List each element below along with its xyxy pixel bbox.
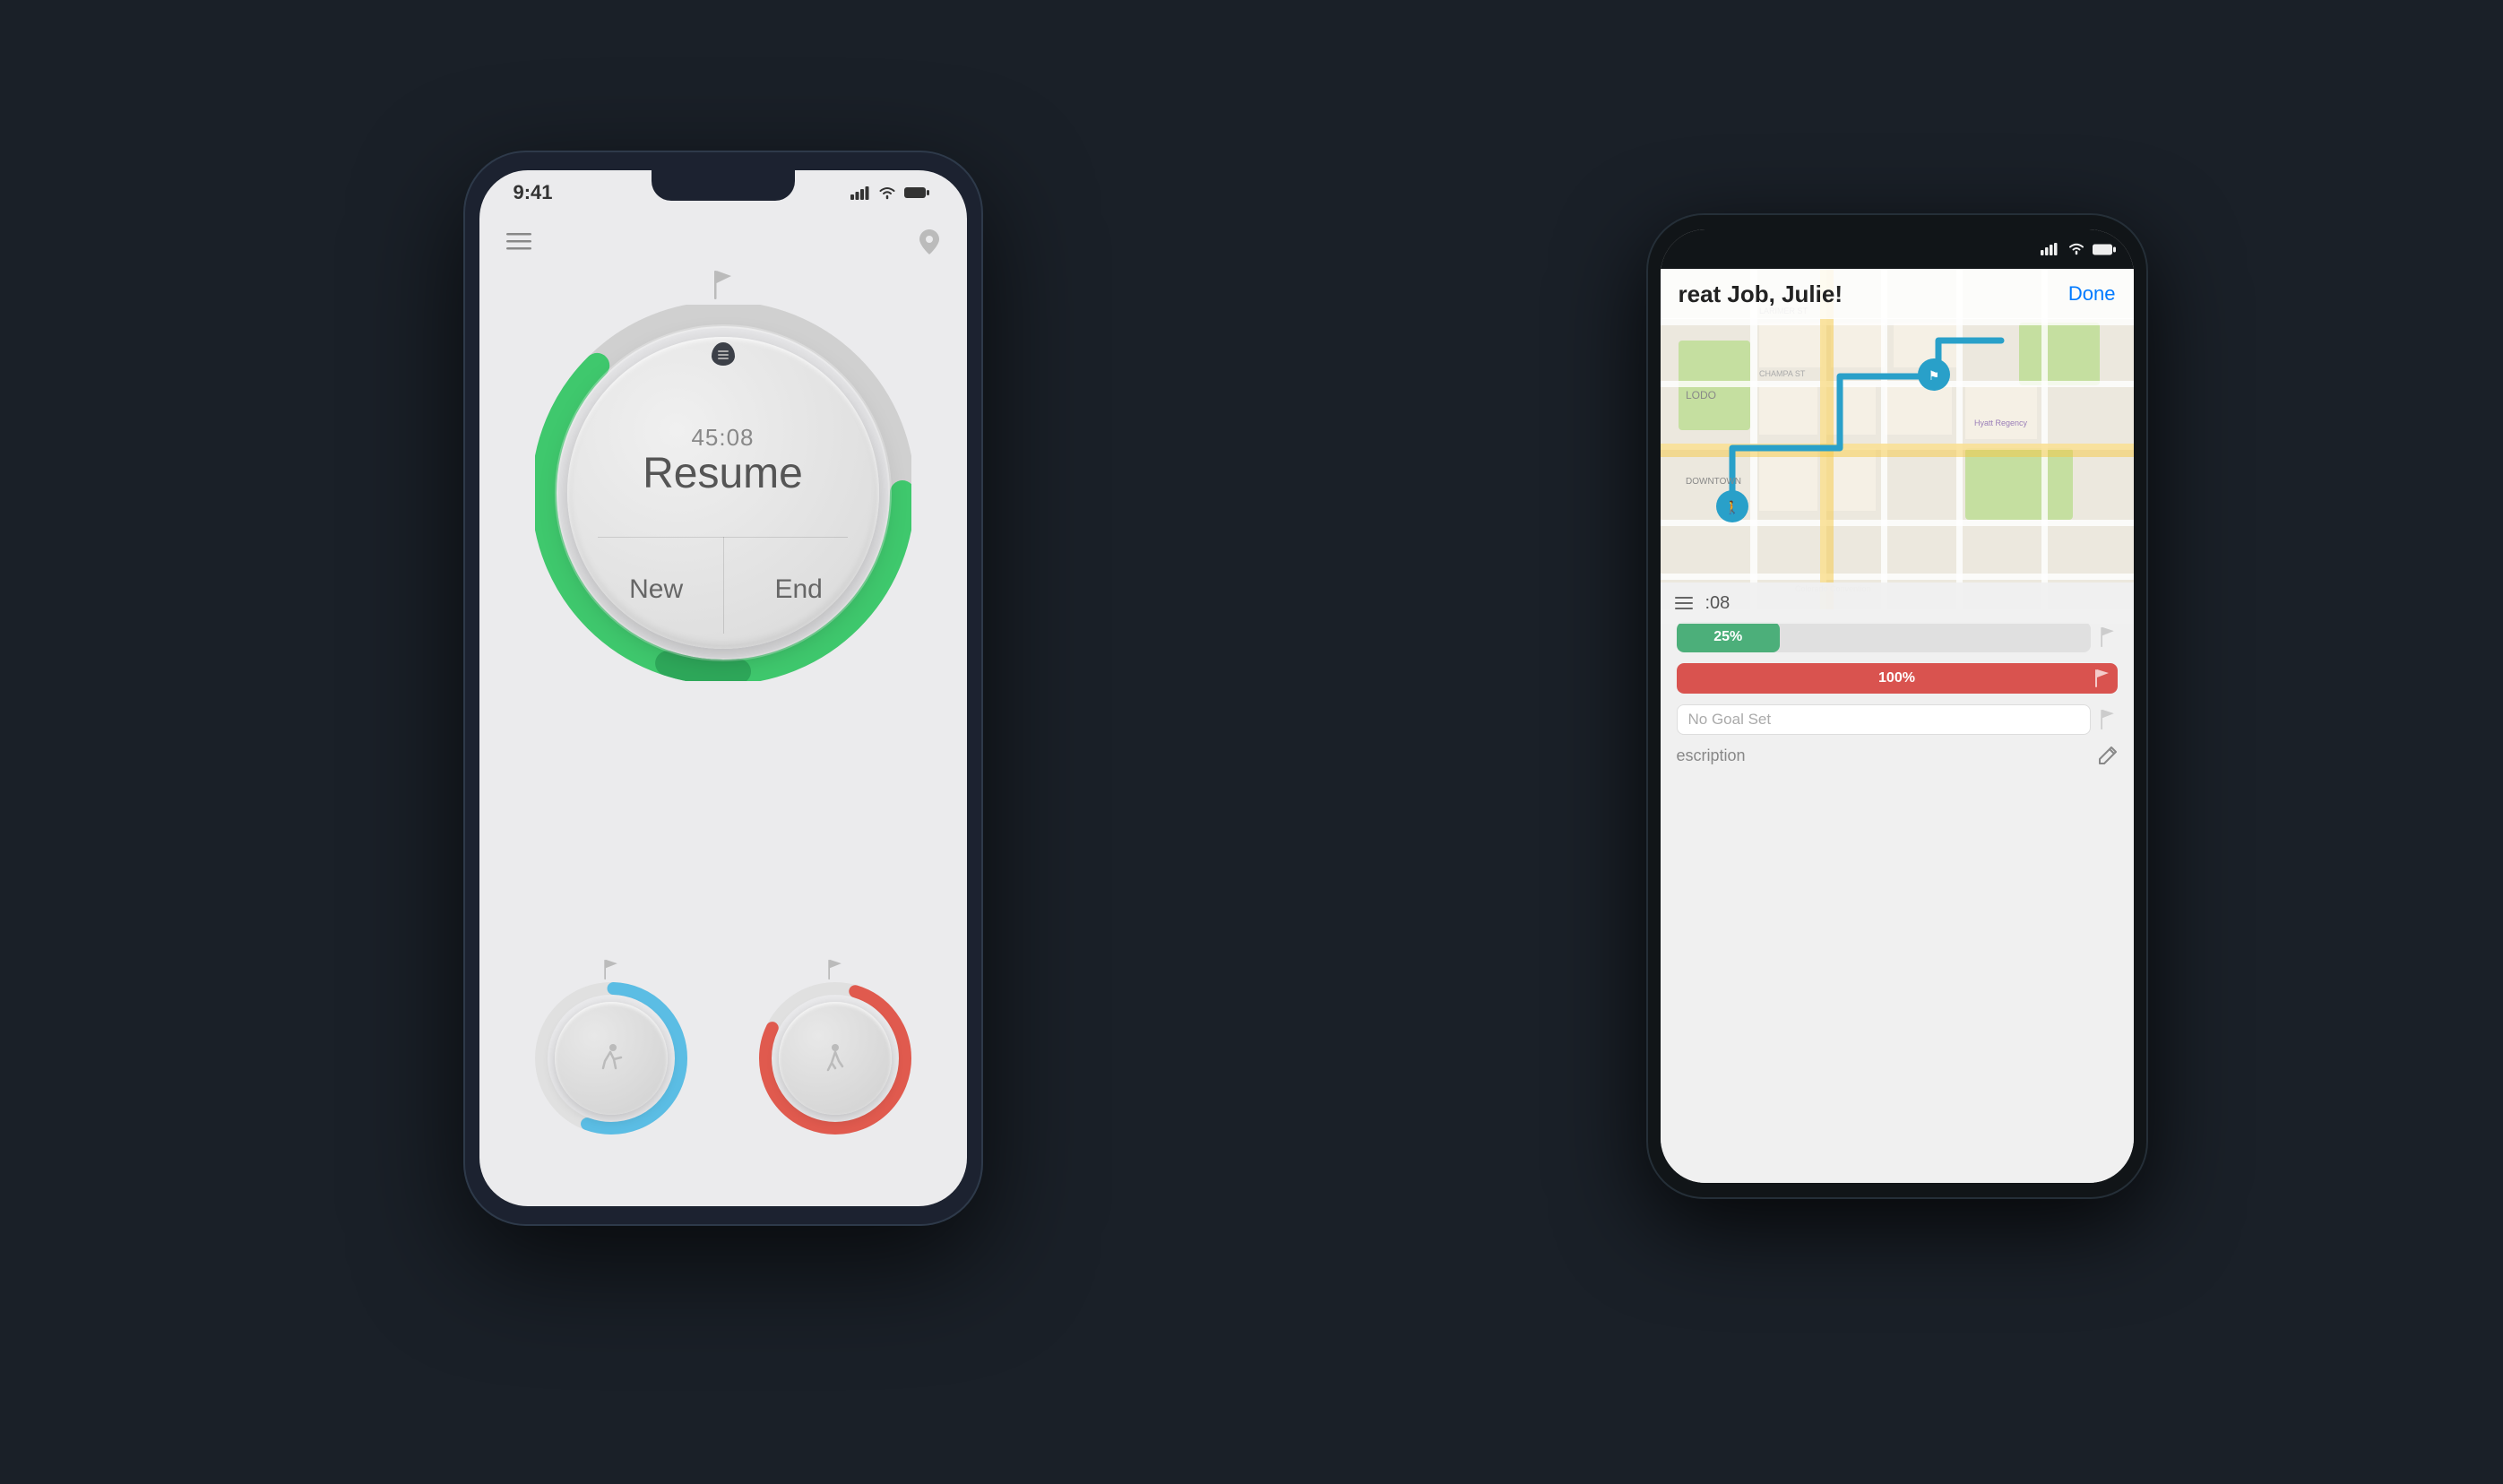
map-time-display: :08 [1705, 593, 1731, 614]
menu-icon[interactable] [506, 233, 531, 251]
no-goal-label: No Goal Set [1688, 711, 1772, 729]
progress-flag-red-inner [2094, 669, 2110, 687]
dial-new-button[interactable]: New [629, 574, 683, 605]
small-dial-run-face [555, 1002, 668, 1115]
svg-text:⚑: ⚑ [1928, 368, 1939, 383]
phone1-status-icons [850, 186, 942, 200]
dial-area: 45:08 Resume New End [479, 269, 967, 681]
small-dial-walk-container [759, 982, 911, 1135]
progress-label-red: 100% [1878, 670, 1915, 686]
small-dial-flag-run [601, 959, 621, 980]
svg-text:LODO: LODO [1686, 389, 1716, 401]
hamburger-icon[interactable] [1675, 597, 1693, 609]
map-title: reat Job, Julie! [1679, 280, 1843, 308]
location-icon[interactable] [919, 229, 940, 255]
map-done-button[interactable]: Done [2068, 282, 2116, 306]
phone1-nav-bar [479, 215, 967, 269]
progress-fill-green: 25% [1677, 622, 1781, 652]
flag-above-icon [709, 269, 738, 301]
phone2-signal-icon [2041, 243, 2060, 255]
map-bottom-bar: :08 [1661, 582, 2134, 624]
small-dials-row [479, 959, 967, 1135]
svg-text:DOWNTOWN: DOWNTOWN [1686, 477, 1741, 487]
walk-icon [819, 1041, 851, 1075]
no-goal-flag [2098, 709, 2118, 730]
small-dial-walk-face [779, 1002, 892, 1115]
progress-bar-green-bg: 25% [1677, 622, 2091, 652]
no-goal-bar: No Goal Set [1677, 704, 2091, 735]
small-dial-run-container [535, 982, 687, 1135]
map-area: LODO DOWNTOWN LARIMER ST CHAMPA ST Hyatt… [1661, 269, 2134, 609]
signal-icon [850, 186, 870, 200]
phone2-battery-icon [2093, 244, 2116, 255]
phone1-device: 9:41 [463, 151, 983, 1226]
phone1-time: 9:41 [505, 181, 553, 204]
description-row: escription [1677, 746, 2118, 765]
dial-end-button[interactable]: End [774, 574, 822, 605]
dial-resume-label[interactable]: Resume [567, 449, 879, 498]
small-dial-run[interactable] [535, 959, 687, 1135]
svg-text:Hyatt Regency: Hyatt Regency [1974, 418, 2028, 427]
progress-bar-red-bg: 100% [1677, 663, 2118, 694]
edit-icon[interactable] [2098, 746, 2118, 765]
description-label: escription [1677, 746, 2091, 765]
phone2-wifi-icon [2067, 243, 2085, 255]
phone1-notch [652, 170, 795, 201]
progress-row-green: 25% [1677, 622, 2118, 652]
dial-divider-v [723, 537, 724, 634]
svg-text:CHAMPA ST: CHAMPA ST [1759, 369, 1806, 378]
phone2-screen: LODO DOWNTOWN LARIMER ST CHAMPA ST Hyatt… [1661, 229, 2134, 1183]
dial-time: 45:08 [567, 424, 879, 452]
progress-flag-green [2098, 626, 2118, 648]
progress-fill-red: 100% [1677, 663, 2118, 694]
phone1-screen: 9:41 [479, 170, 967, 1206]
map-header: reat Job, Julie! Done [1661, 269, 2134, 319]
svg-text:🚶: 🚶 [1724, 500, 1739, 515]
small-dial-flag-walk [825, 959, 845, 980]
phone2-status-bar [1661, 229, 2134, 269]
phone2-status-icons [2041, 243, 2116, 255]
wifi-icon [877, 186, 897, 200]
small-dial-walk[interactable] [759, 959, 911, 1135]
progress-label-green: 25% [1713, 629, 1742, 645]
progress-row-red: 100% [1677, 663, 2118, 694]
phone2-device: LODO DOWNTOWN LARIMER ST CHAMPA ST Hyatt… [1646, 213, 2148, 1199]
run-icon [594, 1041, 628, 1075]
stats-panel: 25% 100% [1661, 609, 2134, 1183]
battery-icon [904, 186, 929, 199]
big-dial-face: 45:08 Resume New End [567, 337, 879, 649]
dial-top-indicator [712, 342, 735, 366]
big-dial[interactable]: 45:08 Resume New End [535, 305, 911, 681]
progress-row-nogoal: No Goal Set [1677, 704, 2118, 735]
scene: 9:41 [266, 115, 2238, 1369]
map-svg: LODO DOWNTOWN LARIMER ST CHAMPA ST Hyatt… [1661, 269, 2134, 609]
